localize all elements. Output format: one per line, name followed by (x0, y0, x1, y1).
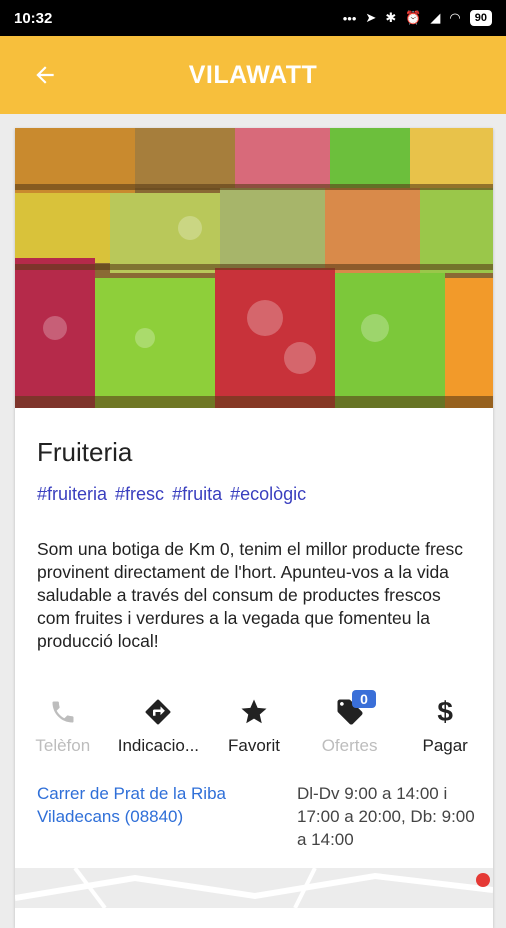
pay-label: Pagar (422, 736, 468, 755)
offers-button[interactable]: 0 Ofertes (302, 690, 397, 764)
app-title: VILAWATT (188, 60, 318, 89)
phone-button[interactable]: Telèfon (15, 694, 110, 764)
status-icons: ••• ➤ ✱ ⏰ ◢ ◠ 90 (343, 10, 492, 26)
shop-name: Fruiteria (37, 437, 133, 467)
more-icon: ••• (342, 10, 357, 26)
address-link[interactable]: Carrer de Prat de la Riba Viladecans (08… (37, 782, 257, 828)
offers-count-badge: 0 (352, 690, 376, 708)
directions-icon (143, 694, 173, 730)
dollar-icon: $ (437, 696, 453, 727)
map-image (15, 868, 493, 908)
phone-icon (49, 694, 77, 730)
status-time: 10:32 (14, 9, 53, 27)
arrow-back-icon (36, 66, 54, 84)
battery-icon: 90 (469, 10, 492, 26)
directions-label: Indicacio... (117, 736, 200, 755)
pay-button[interactable]: $ Pagar (398, 694, 493, 764)
bluetooth-icon: ✱ (385, 10, 397, 25)
fruit-stand-image (15, 128, 493, 408)
app-bar: VILAWATT (0, 36, 506, 114)
status-bar: 10:32 ••• ➤ ✱ ⏰ ◢ ◠ 90 (0, 0, 506, 36)
shop-description: Som una botiga de Km 0, tenim el millor … (37, 539, 464, 651)
phone-label: Telèfon (35, 736, 91, 755)
star-icon (239, 694, 269, 730)
favorite-label: Favorit (228, 736, 280, 755)
opening-hours: Dl-Dv 9:00 a 14:00 i 17:00 a 20:00, Db: … (297, 784, 475, 849)
map-preview[interactable] (15, 868, 493, 908)
tag-link[interactable]: #ecològic (230, 484, 306, 505)
tag-link[interactable]: #fruita (172, 484, 222, 505)
signal-icon: ◢ (430, 10, 441, 25)
directions-button[interactable]: Indicacio... (111, 694, 206, 764)
shop-card: Fruiteria #fruiteria #fresc #fruita #eco… (15, 128, 493, 928)
location-icon: ➤ (365, 10, 377, 25)
shop-photo (15, 128, 493, 408)
action-bar: Telèfon Indicacio... Favorit 0 Ofertes $… (15, 690, 493, 764)
tag-link[interactable]: #fruiteria (37, 484, 107, 505)
alarm-icon: ⏰ (405, 10, 422, 25)
favorite-button[interactable]: Favorit (206, 694, 301, 764)
wifi-icon: ◠ (449, 10, 461, 25)
tag-list: #fruiteria #fresc #fruita #ecològic (37, 484, 306, 505)
offers-label: Ofertes (321, 736, 378, 755)
tag-link[interactable]: #fresc (115, 484, 164, 505)
back-button[interactable] (28, 58, 62, 92)
